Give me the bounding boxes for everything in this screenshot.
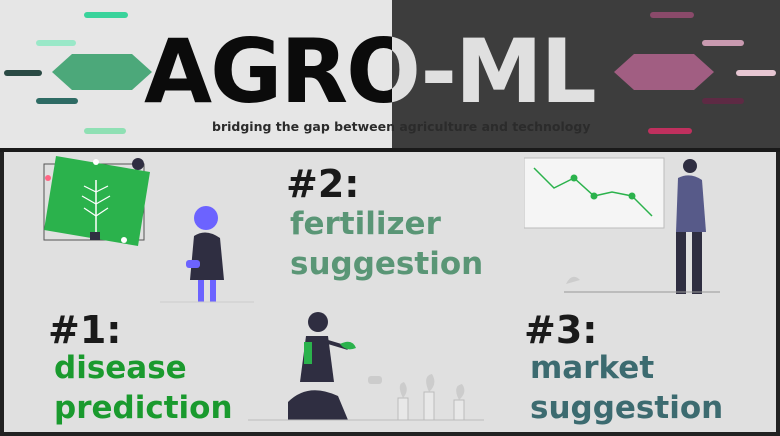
app-title-overlay: AGRO-ML [392, 22, 597, 122]
features-panel: #2: fertilizer suggestion #1: disease pr… [4, 152, 776, 432]
feature-2-label-line2: suggestion [290, 246, 484, 282]
tagline: bridging the gap between agriculture and… [212, 119, 591, 134]
header-banner: AGRO-ML AGRO-ML bridging the gap between… [0, 0, 780, 148]
feature-1-label-line1: disease [54, 350, 187, 386]
fertilizer-garden-illustration-icon [248, 312, 484, 421]
title-light-clip: AGRO-ML [392, 22, 780, 122]
feature-3-label-line1: market [530, 350, 655, 386]
feature-3-number: #3: [524, 308, 598, 352]
market-chart-illustration-icon [524, 157, 720, 294]
feature-2-label-line1: fertilizer [290, 206, 441, 242]
feature-3-label-line2: suggestion [530, 390, 724, 426]
feature-1-label-line2: prediction [54, 390, 233, 426]
app-title: AGRO-ML [144, 22, 392, 122]
plant-scan-illustration-icon [43, 156, 254, 303]
feature-2-number: #2: [286, 162, 360, 206]
title-dark-clip: AGRO-ML [0, 22, 392, 122]
poster: AGRO-ML AGRO-ML bridging the gap between… [0, 0, 780, 436]
feature-1-number: #1: [48, 308, 122, 352]
